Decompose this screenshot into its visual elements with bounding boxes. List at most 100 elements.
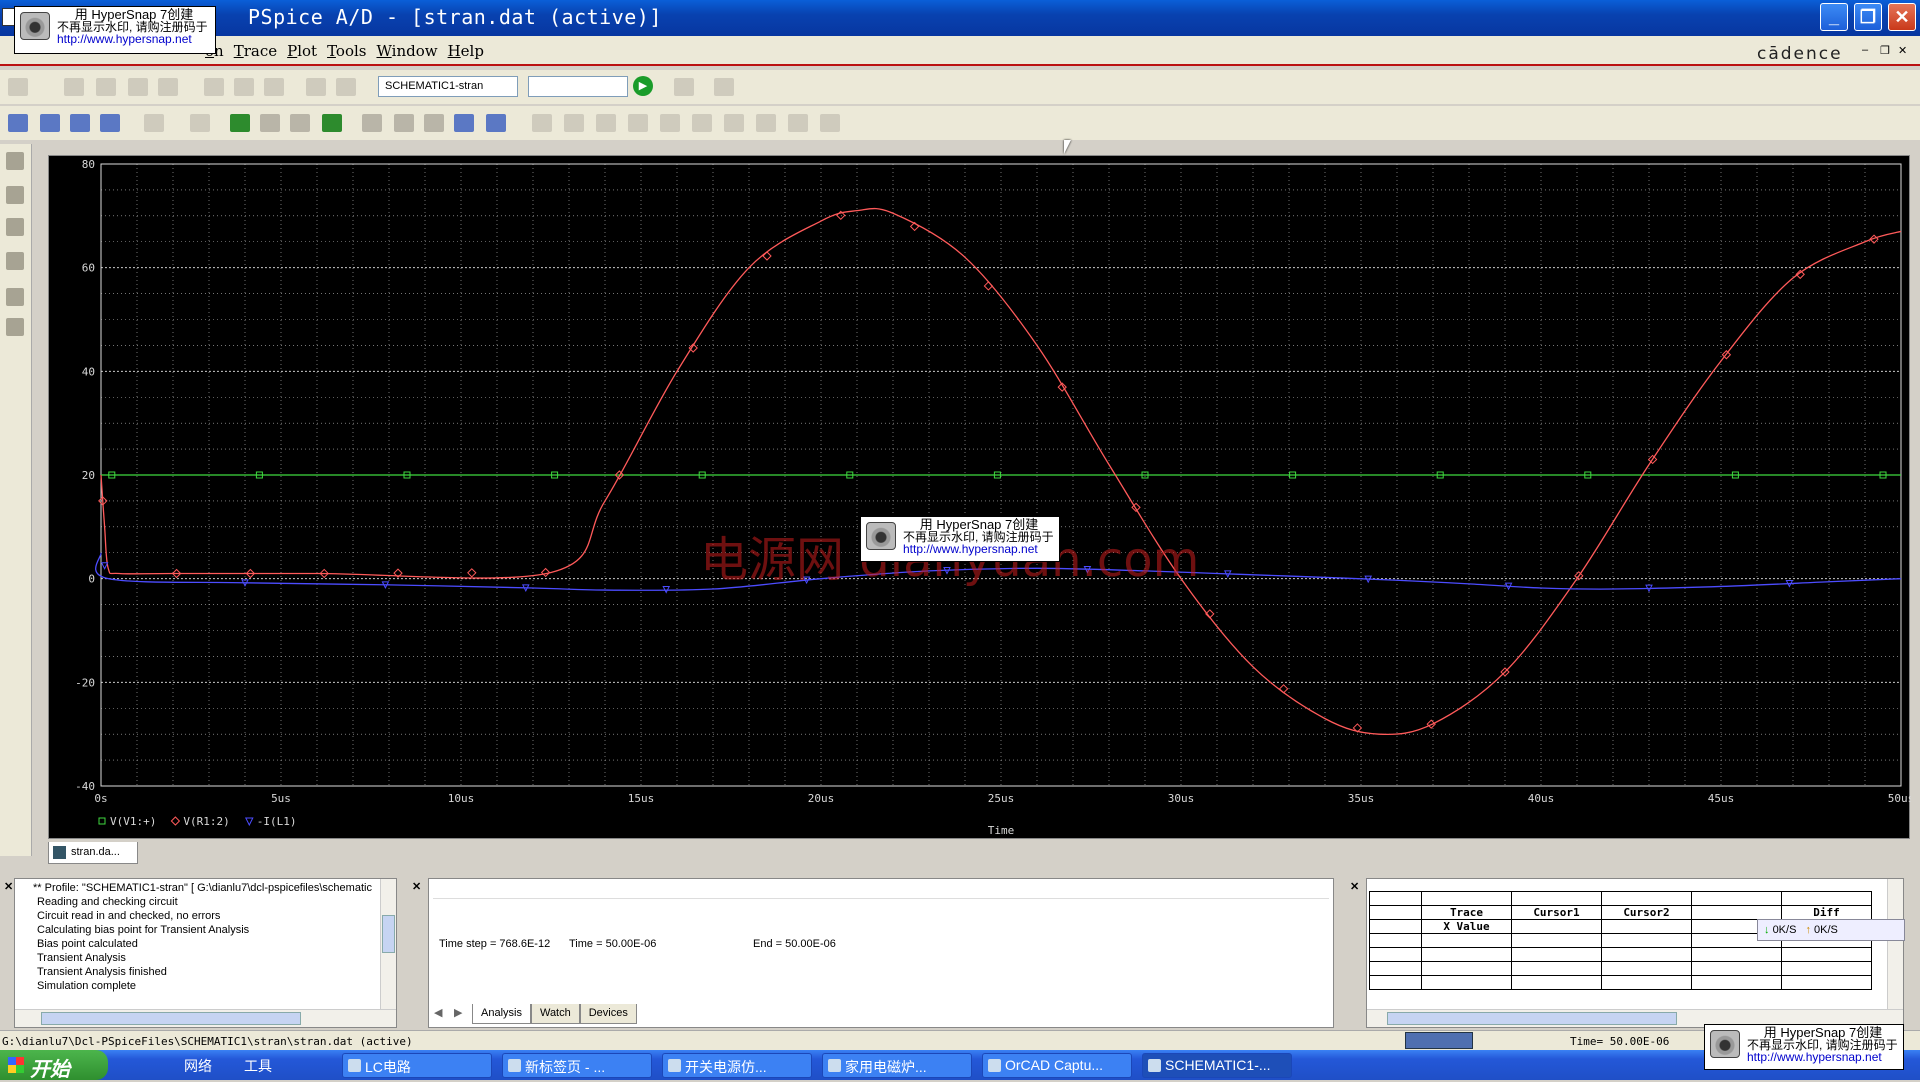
taskbar-button[interactable]: 新标签页 - ... <box>502 1053 652 1078</box>
output-hscroll[interactable] <box>15 1009 396 1027</box>
performance-icon[interactable] <box>290 114 310 132</box>
open-icon[interactable] <box>64 78 84 96</box>
mark-data-icon[interactable] <box>454 114 474 132</box>
cursor-slope-icon[interactable] <box>596 114 616 132</box>
title-bar: PSpice A/D - [stran.dat (active)] _ ❐ ✕ <box>0 0 1920 36</box>
output-close-icon[interactable]: ✕ <box>4 880 13 893</box>
cursor-min-icon[interactable] <box>628 114 648 132</box>
output-log: ** Profile: "SCHEMATIC1-stran" [ G:\dian… <box>33 881 372 993</box>
start-button[interactable]: 开始 <box>0 1050 108 1081</box>
mdi-close-icon[interactable]: ✕ <box>1898 44 1907 57</box>
copy-icon[interactable] <box>234 78 254 96</box>
log-x-icon[interactable] <box>144 114 164 132</box>
probe-vscroll[interactable] <box>1887 879 1903 1009</box>
time-text: Time = 50.00E-06 <box>569 938 657 950</box>
append-icon[interactable] <box>96 78 116 96</box>
tab-watch[interactable]: Watch <box>530 1004 580 1024</box>
legend-label: V(V1:+) <box>110 815 156 828</box>
hypersnap-watermark: 用 HyperSnap 7创建 不再显示水印, 请购注册码于 http://ww… <box>1704 1024 1904 1070</box>
zoom-in-icon[interactable] <box>40 114 60 132</box>
minimize-button[interactable]: _ <box>1820 3 1848 31</box>
cursor-col-header: Cursor2 <box>1601 905 1692 920</box>
menu-item-tools[interactable]: Tools <box>327 42 366 60</box>
run-icon[interactable]: ▶ <box>633 76 653 96</box>
watermark-line3: http://www.hypersnap.net <box>1747 1050 1882 1064</box>
tab-analysis[interactable]: Analysis <box>472 1004 531 1024</box>
measurements-icon[interactable] <box>6 252 24 270</box>
waveform-chart[interactable]: 0s 5us 10us 15us 20us 25us 30us 35us 40us 45us 50u… <box>49 156 1911 840</box>
task-icon <box>348 1059 361 1072</box>
tab-scroll-left-icon[interactable]: ◀ <box>434 1006 442 1019</box>
zoom-fit-icon[interactable] <box>8 114 28 132</box>
task-icon <box>828 1059 841 1072</box>
cursor-trough-icon[interactable] <box>564 114 584 132</box>
new-plot-icon[interactable] <box>6 186 24 204</box>
select-icon[interactable] <box>486 114 506 132</box>
sim-header <box>433 883 1329 899</box>
quicklaunch-tools[interactable]: 工具 <box>244 1056 272 1076</box>
zoom-area-icon[interactable] <box>100 114 120 132</box>
tab-devices[interactable]: Devices <box>579 1004 637 1024</box>
cut-icon[interactable] <box>204 78 224 96</box>
taskbar-button[interactable]: 开关电源仿... <box>662 1053 812 1078</box>
taskbar-button[interactable]: LC电路 <box>342 1053 492 1078</box>
speed-down: 0K/S <box>1772 924 1797 936</box>
close-button[interactable]: ✕ <box>1888 3 1916 31</box>
cursor-col-header <box>1691 905 1782 920</box>
zoom-out-icon[interactable] <box>70 114 90 132</box>
next-transition-icon[interactable] <box>756 114 776 132</box>
task-icon <box>1148 1059 1161 1072</box>
add-y-axis-icon[interactable] <box>230 114 250 132</box>
taskbar-button[interactable]: SCHEMATIC1-... <box>1142 1053 1292 1078</box>
fft-icon[interactable] <box>260 114 280 132</box>
cursor-max-icon[interactable] <box>660 114 680 132</box>
redo-icon[interactable] <box>336 78 356 96</box>
menu-item-window[interactable]: Window <box>376 42 437 60</box>
taskbar-button[interactable]: 家用电磁炉... <box>822 1053 972 1078</box>
menu-item-plot[interactable]: Plot <box>287 42 317 60</box>
watermark-line3: http://www.hypersnap.net <box>903 542 1038 556</box>
plot-file-icon <box>53 846 66 859</box>
eval-goal-icon[interactable] <box>394 114 414 132</box>
plot-window[interactable]: 0s 5us 10us 15us 20us 25us 30us 35us 40us 45us 50u… <box>48 155 1911 840</box>
edit-profile-icon[interactable] <box>674 78 694 96</box>
new-window-icon[interactable] <box>6 218 24 236</box>
x-tick-label: 5us <box>271 792 291 805</box>
cursor-search-icon[interactable] <box>724 114 744 132</box>
pause-icon[interactable] <box>714 78 734 96</box>
window-title: PSpice A/D - [stran.dat (active)] <box>248 5 662 29</box>
prev-transition-icon[interactable] <box>788 114 808 132</box>
hypersnap-watermark: 用 HyperSnap 7创建 不再显示水印, 请购注册码于 http://ww… <box>860 516 1060 562</box>
probe-window-icon[interactable] <box>6 152 24 170</box>
output-vscroll[interactable] <box>380 879 396 1009</box>
cursor-col-header: Cursor1 <box>1511 905 1602 920</box>
mdi-minimize-icon[interactable]: – <box>1862 44 1868 56</box>
tab-scroll-right-icon[interactable]: ▶ <box>454 1006 462 1019</box>
print-icon[interactable] <box>158 78 178 96</box>
secondary-input[interactable] <box>528 76 628 97</box>
cursor-point-icon[interactable] <box>692 114 712 132</box>
undo-icon[interactable] <box>306 78 326 96</box>
profile-select[interactable]: SCHEMATIC1-stran <box>378 76 518 97</box>
add-trace-icon[interactable] <box>322 114 342 132</box>
simulation-icon[interactable] <box>6 318 24 336</box>
document-tab[interactable]: stran.da... <box>48 842 138 864</box>
log-y-icon[interactable] <box>190 114 210 132</box>
markers-icon[interactable] <box>6 288 24 306</box>
task-label: 新标签页 - ... <box>525 1059 606 1075</box>
probe-close-icon[interactable]: ✕ <box>1350 880 1359 893</box>
restore-button[interactable]: ❐ <box>1854 3 1882 31</box>
toggle-cursor-icon[interactable] <box>362 114 382 132</box>
text-label-icon[interactable] <box>424 114 444 132</box>
menu-item-trace[interactable]: Trace <box>234 42 277 60</box>
mdi-restore-icon[interactable]: ❐ <box>1880 44 1890 57</box>
paste-icon[interactable] <box>264 78 284 96</box>
sim-close-icon[interactable]: ✕ <box>412 880 421 893</box>
mark-label-icon[interactable] <box>820 114 840 132</box>
quicklaunch-network[interactable]: 网络 <box>184 1056 212 1076</box>
cursor-peak-icon[interactable] <box>532 114 552 132</box>
menu-item-help[interactable]: Help <box>448 42 484 60</box>
save-icon[interactable] <box>128 78 148 96</box>
taskbar-button[interactable]: OrCAD Captu... <box>982 1053 1132 1078</box>
new-icon[interactable] <box>8 78 28 96</box>
